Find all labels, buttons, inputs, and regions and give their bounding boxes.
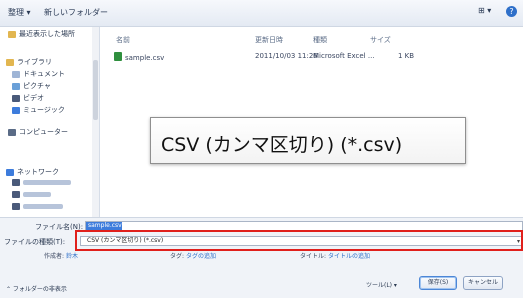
nav-item-music[interactable]: ミュージック	[12, 105, 65, 115]
redacted-label	[23, 204, 63, 209]
zoom-callout-text: CSV (カンマ区切り) (*.csv)	[161, 134, 403, 156]
nav-item-network-host[interactable]	[12, 191, 51, 198]
title-field[interactable]: タイトル: タイトルの追加	[300, 251, 370, 260]
nav-scrollbar[interactable]	[92, 27, 99, 217]
nav-item-computer[interactable]: コンピューター	[8, 127, 68, 137]
column-header-modified[interactable]: 更新日時	[255, 35, 283, 45]
zoom-callout: CSV (カンマ区切り) (*.csv)	[150, 117, 466, 164]
nav-item-pictures[interactable]: ピクチャ	[12, 81, 51, 91]
new-folder-button[interactable]: 新しいフォルダー	[44, 7, 108, 18]
document-icon	[12, 70, 20, 78]
video-icon	[12, 94, 20, 102]
nav-item-network-host[interactable]	[12, 203, 63, 210]
computer-icon	[8, 128, 16, 136]
organize-button[interactable]: 整理 ▾	[8, 7, 31, 18]
file-type: Microsoft Excel ...	[313, 52, 375, 60]
computer-icon	[12, 179, 20, 186]
computer-icon	[12, 203, 20, 210]
column-header-type[interactable]: 種類	[313, 35, 327, 45]
network-icon	[6, 168, 14, 176]
save-button[interactable]: 保存(S)	[419, 276, 457, 290]
library-icon	[6, 58, 14, 66]
view-options-button[interactable]: ⊞ ▾	[478, 6, 491, 15]
cancel-button[interactable]: キャンセル	[463, 276, 503, 290]
nav-item-documents[interactable]: ドキュメント	[12, 69, 65, 79]
toolbar: 整理 ▾ 新しいフォルダー ⊞ ▾ ?	[0, 0, 523, 27]
nav-item-recent[interactable]: 最近表示した場所	[8, 29, 75, 39]
hide-folders-button[interactable]: ⌃ フォルダーの非表示	[6, 284, 67, 293]
redacted-label	[23, 192, 51, 197]
nav-item-network-host[interactable]	[12, 179, 71, 186]
highlight-box	[75, 230, 523, 251]
music-icon	[12, 106, 20, 114]
filename-selection[interactable]: sample.csv	[86, 222, 122, 230]
navigation-pane: 最近表示した場所 ライブラリ ドキュメント ピクチャ ビデオ ミュージック コン…	[0, 27, 100, 217]
nav-item-videos[interactable]: ビデオ	[12, 93, 44, 103]
redacted-label	[23, 180, 71, 185]
file-modified: 2011/10/03 11:26	[255, 52, 318, 60]
tools-menu[interactable]: ツール(L) ▾	[366, 280, 397, 289]
file-name: sample.csv	[125, 54, 165, 62]
column-header-size[interactable]: サイズ	[370, 35, 391, 45]
filetype-label: ファイルの種類(T):	[4, 238, 66, 246]
author-field[interactable]: 作成者: 鈴木	[44, 251, 78, 260]
computer-icon	[12, 191, 20, 198]
help-icon[interactable]: ?	[506, 6, 517, 17]
nav-scroll-thumb[interactable]	[93, 60, 98, 120]
file-size: 1 KB	[398, 52, 415, 60]
picture-icon	[12, 82, 20, 90]
nav-item-libraries[interactable]: ライブラリ	[6, 57, 52, 67]
folder-icon	[8, 30, 16, 38]
excel-file-icon	[114, 52, 122, 61]
tags-field[interactable]: タグ: タグの追加	[170, 251, 216, 260]
nav-item-network[interactable]: ネットワーク	[6, 167, 59, 177]
table-row[interactable]: sample.csv	[114, 52, 164, 62]
column-header-name[interactable]: 名前	[116, 35, 130, 45]
